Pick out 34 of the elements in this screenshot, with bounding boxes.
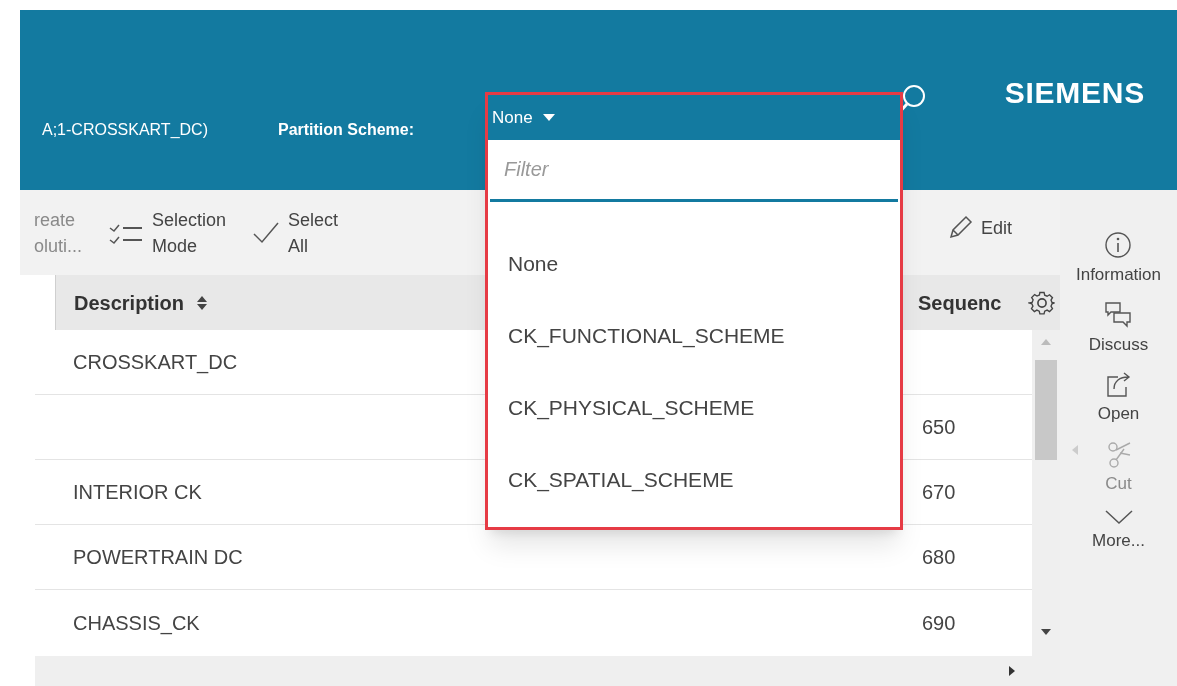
horizontal-scrollbar[interactable]: [35, 656, 1060, 686]
sort-icon[interactable]: [196, 294, 209, 311]
scroll-down-icon[interactable]: [1040, 628, 1052, 636]
chevron-down-icon: [1103, 508, 1134, 526]
caret-icon: [542, 114, 555, 121]
table-cell-text: 670: [922, 480, 957, 505]
context-title: A;1-CROSSKART_DC): [42, 120, 208, 140]
column-header[interactable]: Description: [74, 287, 185, 318]
sidebar-action[interactable]: More...: [1092, 508, 1145, 554]
table-cell-text: CHASSIS_CK: [73, 610, 200, 637]
table-cell-text: 650: [922, 415, 957, 440]
chat-bubbles-icon: [1103, 299, 1134, 330]
scroll-thumb[interactable]: [1035, 360, 1057, 460]
toolbar-button[interactable]: Edit: [946, 214, 1012, 241]
sidebar-action[interactable]: Discuss: [1088, 299, 1149, 357]
dropdown-option[interactable]: CK_FUNCTIONAL_SCHEME: [508, 300, 785, 372]
dropdown-option[interactable]: CK_SPATIAL_SCHEME: [508, 444, 734, 516]
column-header[interactable]: Sequenc: [918, 287, 1028, 318]
scheme-dropdown[interactable]: None: [492, 104, 555, 131]
sidebar-action[interactable]: Open: [1097, 369, 1140, 427]
partition-label: Partition Scheme:: [277, 120, 414, 140]
table-cell-text: POWERTRAIN DC: [73, 545, 243, 570]
table-cell-text: INTERIOR CK: [73, 480, 202, 505]
sidebar-action[interactable]: Information: [1075, 230, 1161, 288]
dropdown-option[interactable]: None: [508, 228, 559, 300]
toolbar-button[interactable]: Selection Mode: [108, 206, 227, 259]
dropdown-option[interactable]: CK_PHYSICAL_SCHEME: [508, 372, 755, 444]
scroll-right-icon[interactable]: [1008, 665, 1016, 677]
table-cell-text: 680: [922, 545, 957, 570]
brand-logo: SIEMENS: [1004, 75, 1145, 111]
table-cell-text: CROSSKART_DC: [73, 350, 238, 376]
toolbar-button[interactable]: Select All: [252, 206, 339, 259]
table-cell-text: 690: [922, 610, 957, 636]
info-icon: [1103, 230, 1134, 260]
